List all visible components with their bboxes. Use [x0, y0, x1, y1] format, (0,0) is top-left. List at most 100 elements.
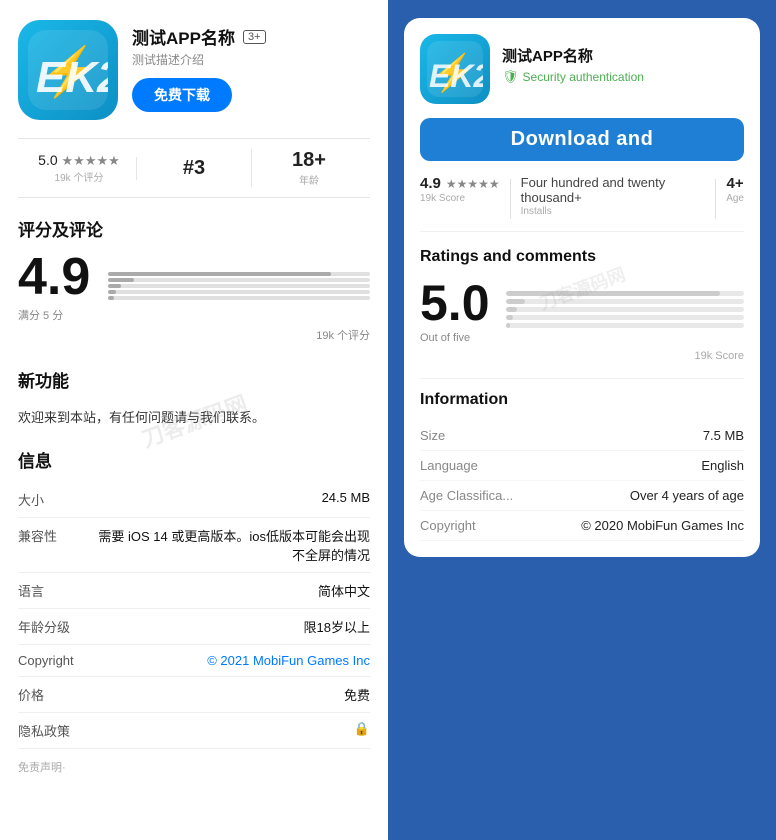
- download-button-right[interactable]: Download and: [420, 118, 744, 161]
- new-features-header: 新功能: [18, 363, 370, 402]
- right-info-value-size: 7.5 MB: [703, 428, 744, 443]
- right-bar-track-5: [506, 291, 744, 296]
- features-text: 欢迎来到本站，有任何问题请与我们联系。: [18, 408, 370, 429]
- stat-rank: #3: [136, 157, 251, 180]
- right-info-label-size: Size: [420, 428, 445, 443]
- age-sub-right: Age: [726, 193, 744, 204]
- right-bar-track-4: [506, 299, 744, 304]
- info-title-left: 信息: [18, 447, 370, 472]
- score-label-left: 满分 5 分: [18, 307, 90, 323]
- stat-rating: 5.0 ★★★★★ 19k 个评分: [22, 152, 136, 184]
- left-panel: 刀客源码网 ⚡ EK28 测试APP名称 3+ 测试描述介绍 免费下载 5.0 …: [0, 0, 388, 840]
- stat-rank-number: #3: [137, 157, 251, 180]
- installs-sub: Installs: [521, 206, 706, 217]
- app-info-left: 测试APP名称 3+ 测试描述介绍 免费下载: [132, 20, 370, 112]
- stat-age-right: 4+ Age: [726, 175, 744, 204]
- big-score-right: 5.0: [420, 278, 490, 328]
- score-sub-right: 19k Score: [420, 193, 500, 204]
- right-info-label-lang: Language: [420, 458, 478, 473]
- bar-track-3: [108, 284, 370, 288]
- right-info-row-lang: Language English: [420, 451, 744, 481]
- right-info-label-copyright: Copyright: [420, 518, 476, 533]
- big-score-left: 4.9: [18, 251, 90, 303]
- right-bar-row-4: [506, 299, 744, 304]
- info-label-size: 大小: [18, 490, 88, 509]
- bar-track-4: [108, 278, 370, 282]
- big-score-area-right: 5.0 Out of five: [420, 278, 490, 344]
- right-bar-fill-4: [506, 299, 525, 304]
- stat-age-number: 18+: [252, 149, 366, 172]
- right-bar-fill-5: [506, 291, 721, 296]
- download-button-left[interactable]: 免费下载: [132, 78, 232, 112]
- bar-fill-2: [108, 290, 116, 294]
- right-bar-fill-2: [506, 315, 513, 320]
- disclaimer-left: 免责声明·: [18, 759, 370, 775]
- info-label-privacy: 隐私政策: [18, 721, 88, 740]
- ratings-content-right: 5.0 Out of five: [420, 278, 744, 344]
- info-row-compat: 兼容性 需要 iOS 14 或更高版本。ios低版本可能会出现不全屏的情况: [18, 518, 370, 573]
- right-card: 刀客源码网 ⚡ EK28 测试APP名称 🛡 Security authenti…: [404, 18, 760, 557]
- right-info-row-size: Size 7.5 MB: [420, 421, 744, 451]
- stat-installs-right: Four hundred and twenty thousand+ Instal…: [521, 175, 706, 217]
- app-icon-right: ⚡ EK28: [420, 34, 490, 104]
- info-value-size: 24.5 MB: [88, 490, 370, 505]
- new-features-section: 新功能 欢迎来到本站，有任何问题请与我们联系。: [18, 363, 370, 429]
- info-value-privacy: 🔒: [88, 721, 370, 737]
- bar-track-2: [108, 290, 370, 294]
- bar-row-4: [108, 278, 370, 282]
- info-title-right: Information: [420, 391, 744, 409]
- stat-age: 18+ 年龄: [251, 149, 366, 187]
- stat-divider-2: [715, 179, 716, 219]
- right-bar-track-3: [506, 307, 744, 312]
- score-count-right: 19k Score: [694, 350, 744, 362]
- bar-row-5: [108, 272, 370, 276]
- bar-track-1: [108, 296, 370, 300]
- right-bar-row-2: [506, 315, 744, 320]
- right-bar-fill-3: [506, 307, 518, 312]
- info-value-age: 限18岁以上: [88, 617, 370, 636]
- info-value-price: 免费: [88, 685, 370, 704]
- app-subtitle-left: 测试描述介绍: [132, 51, 370, 68]
- info-row-price: 价格 免费: [18, 677, 370, 713]
- new-features-title: 新功能: [18, 367, 69, 392]
- info-row-lang: 语言 简体中文: [18, 573, 370, 609]
- stars-right: ★★★★★: [446, 177, 500, 191]
- info-label-compat: 兼容性: [18, 526, 88, 545]
- right-info-value-age: Over 4 years of age: [630, 488, 744, 503]
- right-panel: 刀客源码网 ⚡ EK28 测试APP名称 🛡 Security authenti…: [388, 0, 776, 840]
- svg-text:EK28: EK28: [429, 58, 483, 94]
- info-label-age: 年龄分级: [18, 617, 88, 636]
- right-info-row-age: Age Classifica... Over 4 years of age: [420, 481, 744, 511]
- right-bar-track-1: [506, 323, 744, 328]
- right-bar-track-2: [506, 315, 744, 320]
- age-number-right: 4+: [726, 175, 744, 192]
- bar-track-5: [108, 272, 370, 276]
- info-label-copyright: Copyright: [18, 653, 88, 668]
- app-name-right: 测试APP名称: [502, 45, 744, 66]
- app-title-row: 测试APP名称 3+: [132, 24, 370, 49]
- right-bar-row-1: [506, 323, 744, 328]
- info-value-lang: 简体中文: [88, 581, 370, 600]
- app-header-right: ⚡ EK28 测试APP名称 🛡 Security authentication: [420, 34, 744, 104]
- bar-fill-4: [108, 278, 134, 282]
- ratings-footer-left: 19k 个评分: [18, 327, 370, 343]
- info-row-size: 大小 24.5 MB: [18, 482, 370, 518]
- ratings-title-right: Ratings and comments: [420, 248, 744, 266]
- stats-row-left: 5.0 ★★★★★ 19k 个评分 #3 18+ 年龄: [18, 138, 370, 198]
- big-score-area-left: 4.9 满分 5 分: [18, 251, 90, 323]
- bar-row-1: [108, 296, 370, 300]
- security-text: Security authentication: [523, 70, 644, 84]
- ratings-section-right: Ratings and comments 5.0 Out of five: [420, 248, 744, 362]
- stat-age-label: 年龄: [252, 172, 366, 187]
- ratings-content-left: 4.9 满分 5 分: [18, 251, 370, 323]
- info-label-price: 价格: [18, 685, 88, 704]
- info-row-copyright: Copyright © 2021 MobiFun Games Inc: [18, 645, 370, 677]
- review-count-left: 19k 个评分: [316, 327, 370, 343]
- bar-row-2: [108, 290, 370, 294]
- ratings-title-left: 评分及评论: [18, 216, 370, 241]
- score-row-right: 4.9 ★★★★★: [420, 175, 500, 192]
- info-value-compat: 需要 iOS 14 或更高版本。ios低版本可能会出现不全屏的情况: [88, 526, 370, 564]
- bar-fill-1: [108, 296, 113, 300]
- app-header-left: ⚡ EK28 测试APP名称 3+ 测试描述介绍 免费下载: [18, 20, 370, 120]
- info-section-right: Information Size 7.5 MB Language English…: [420, 378, 744, 541]
